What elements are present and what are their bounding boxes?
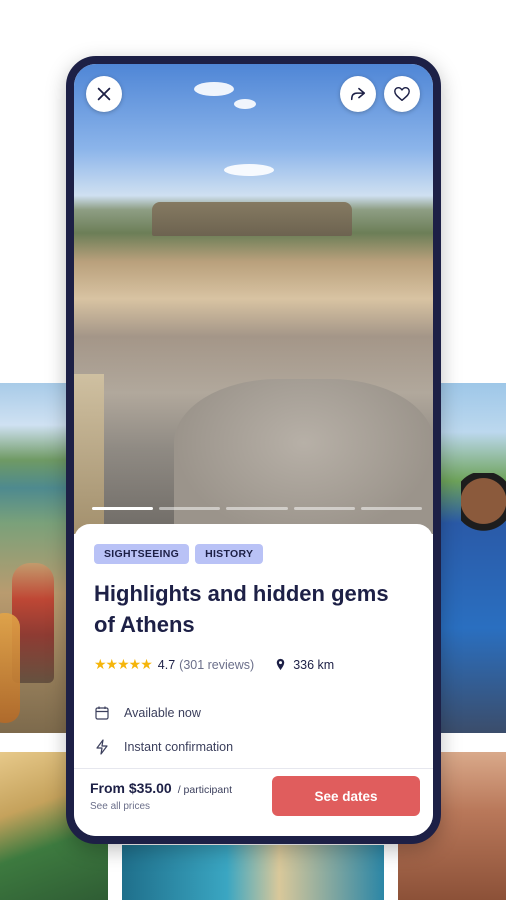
price: From $35.00 xyxy=(90,780,172,796)
story-progress xyxy=(92,507,423,510)
phone-frame: SIGHTSEEING HISTORY Highlights and hidde… xyxy=(66,56,441,844)
confirmation-text: Instant confirmation xyxy=(124,740,234,754)
progress-segment xyxy=(159,507,221,510)
hero-image-athens xyxy=(74,64,433,534)
rating-stars: ★★★★★ xyxy=(94,656,153,672)
progress-segment xyxy=(226,507,288,510)
calendar-icon xyxy=(95,706,109,720)
close-button[interactable] xyxy=(86,76,122,112)
cloud xyxy=(194,82,234,96)
category-tags: SIGHTSEEING HISTORY xyxy=(94,544,264,564)
cloud xyxy=(224,164,274,176)
price-block: From $35.00 / participant See all prices xyxy=(90,780,232,812)
rating-row: ★★★★★ 4.7 (301 reviews) 336 km xyxy=(94,656,334,673)
tag-sightseeing: SIGHTSEEING xyxy=(94,544,190,564)
clock-tower xyxy=(74,374,104,534)
share-icon xyxy=(350,87,366,101)
background-photo-lake-hikers xyxy=(0,383,75,733)
heart-icon xyxy=(394,86,410,102)
acropolis-hill xyxy=(152,202,352,236)
review-count[interactable]: (301 reviews) xyxy=(179,658,254,672)
progress-segment xyxy=(360,507,423,510)
availability-row: Available now xyxy=(94,705,201,721)
traveler-figure xyxy=(461,473,506,553)
town-square xyxy=(174,379,433,534)
distance: 336 km xyxy=(274,658,334,672)
share-button[interactable] xyxy=(340,76,376,112)
progress-segment xyxy=(293,507,355,510)
activity-card: SIGHTSEEING HISTORY Highlights and hidde… xyxy=(74,524,433,836)
hiker-figure xyxy=(0,613,20,723)
background-photo-palm-island xyxy=(122,845,384,900)
favorite-button[interactable] xyxy=(384,76,420,112)
availability-text: Available now xyxy=(124,706,201,720)
location-pin-icon xyxy=(276,658,285,671)
see-all-prices-link[interactable]: See all prices xyxy=(90,801,232,812)
cloud xyxy=(234,99,256,109)
confirmation-row: Instant confirmation xyxy=(94,739,233,755)
close-icon xyxy=(97,87,111,101)
price-line: From $35.00 / participant xyxy=(90,780,232,796)
see-dates-button[interactable]: See dates xyxy=(272,776,420,816)
background-photo-train-traveler xyxy=(441,383,506,733)
distance-value: 336 km xyxy=(293,657,335,672)
tag-history: HISTORY xyxy=(195,544,264,564)
divider xyxy=(74,768,433,769)
activity-title: Highlights and hidden gems of Athens xyxy=(94,581,389,637)
progress-segment xyxy=(92,507,154,510)
rating-score: 4.7 xyxy=(157,657,176,672)
lightning-icon xyxy=(96,739,108,755)
price-unit: / participant xyxy=(177,784,232,796)
